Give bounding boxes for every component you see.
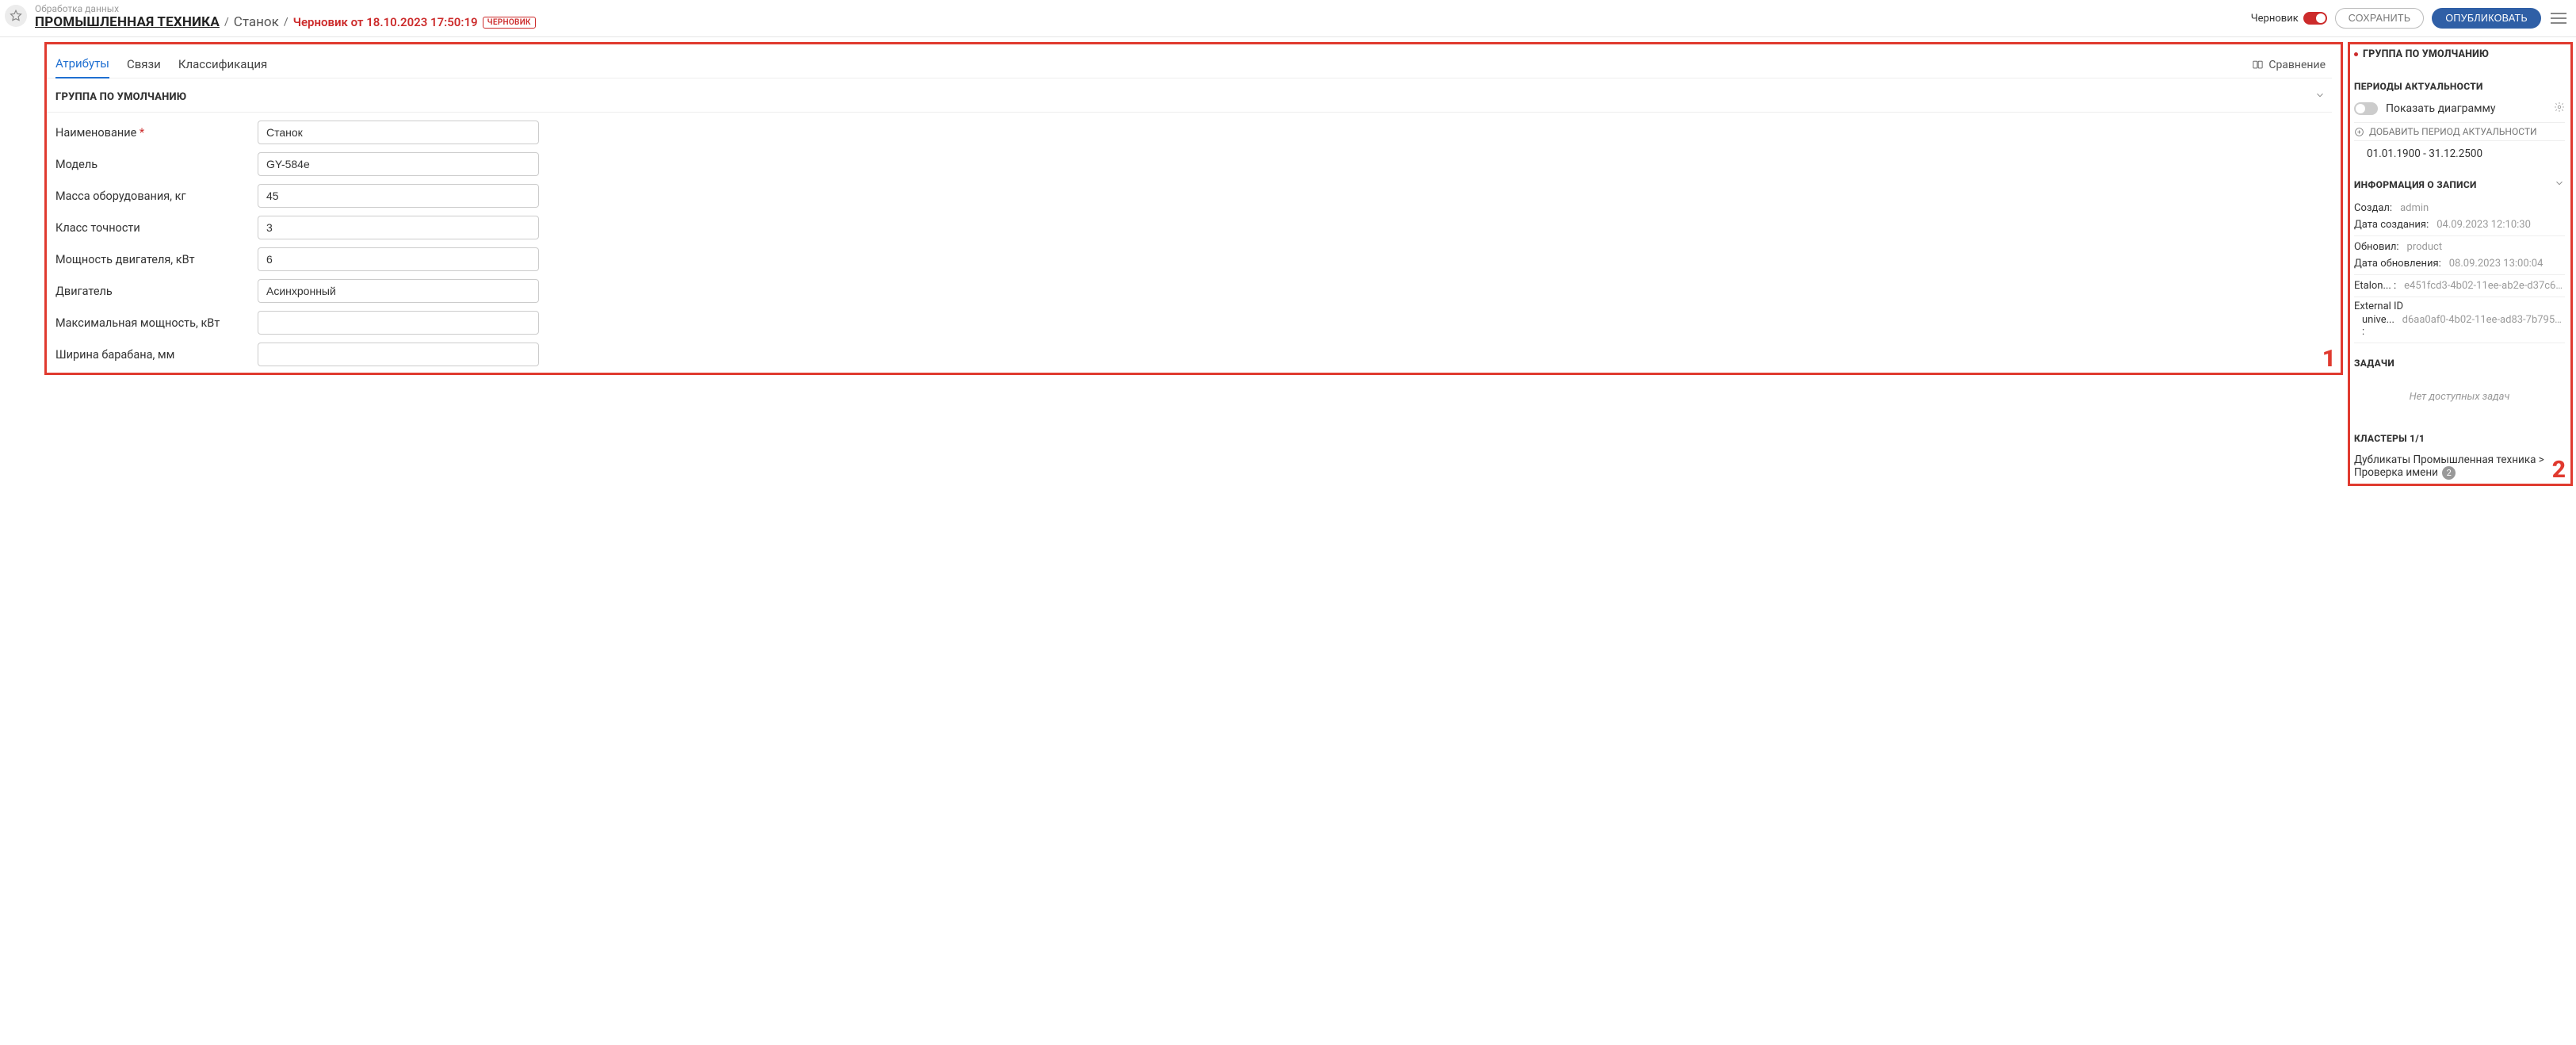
group-collapse-button[interactable]	[2314, 90, 2326, 104]
mass-input[interactable]	[258, 184, 539, 208]
group-title: ГРУППА ПО УМОЛЧАНИЮ	[55, 91, 186, 103]
created-date-value: 04.09.2023 12:10:30	[2436, 219, 2565, 231]
engine-input[interactable]	[258, 279, 539, 303]
add-period-label: ДОБАВИТЬ ПЕРИОД АКТУАЛЬНОСТИ	[2369, 126, 2537, 137]
star-icon	[9, 9, 23, 23]
external-id-label: External ID	[2354, 300, 2565, 312]
side-periods-title: ПЕРИОДЫ АКТУАЛЬНОСТИ	[2354, 67, 2565, 98]
tab-classification[interactable]: Классификация	[178, 52, 267, 78]
updated-date-label: Дата обновления:	[2354, 258, 2441, 270]
power-input[interactable]	[258, 247, 539, 271]
hamburger-icon	[2551, 13, 2566, 14]
field-label-width: Ширина барабана, мм	[55, 348, 242, 362]
field-label-model: Модель	[55, 158, 242, 171]
breadcrumb-separator: /	[224, 16, 229, 29]
compare-label: Сравнение	[2268, 59, 2326, 71]
field-label-power: Мощность двигателя, кВт	[55, 253, 242, 266]
side-info-title[interactable]: ИНФОРМАЦИЯ О ЗАПИСИ	[2354, 163, 2565, 197]
field-label-maxpower: Максимальная мощность, кВт	[55, 316, 242, 330]
compare-button[interactable]: Сравнение	[2252, 59, 2332, 71]
breadcrumb-category: Обработка данных	[35, 3, 536, 14]
accuracy-input[interactable]	[258, 216, 539, 239]
breadcrumb-link[interactable]: ПРОМЫШЛЕННАЯ ТЕХНИКА	[35, 14, 220, 30]
side-group-title: ГРУППА ПО УМОЛЧАНИЮ	[2354, 45, 2565, 67]
chevron-down-icon	[2554, 178, 2565, 189]
updated-by-label: Обновил:	[2354, 241, 2399, 253]
tab-attributes[interactable]: Атрибуты	[55, 52, 109, 78]
draft-timestamp: Черновик от 18.10.2023 17:50:19	[293, 15, 478, 29]
width-input[interactable]	[258, 343, 539, 366]
field-label-name: Наименование *	[55, 126, 242, 140]
cluster-line1: Дубликаты Промышленная техника >	[2354, 454, 2565, 466]
field-label-mass: Масса оборудования, кг	[55, 189, 242, 203]
etalon-value: e451fcd3-4b02-11ee-ab2e-d37c61c...	[2404, 280, 2565, 292]
period-value[interactable]: 01.01.1900 - 31.12.2500	[2354, 141, 2565, 163]
external-id-key: unive... :	[2362, 314, 2398, 338]
menu-button[interactable]	[2549, 10, 2568, 27]
compare-icon	[2252, 59, 2264, 71]
show-diagram-label: Показать диаграмму	[2386, 102, 2546, 115]
gear-icon	[2554, 101, 2565, 113]
side-clusters-title: КЛАСТЕРЫ 1/1	[2354, 419, 2565, 450]
field-label-accuracy: Класс точности	[55, 221, 242, 235]
no-tasks-message: Нет доступных задач	[2354, 375, 2565, 419]
etalon-label: Etalon... :	[2354, 280, 2396, 292]
draft-badge: ЧЕРНОВИК	[483, 17, 536, 29]
updated-by-value: product	[2407, 241, 2565, 253]
cluster-line2: Проверка имени	[2354, 466, 2438, 479]
add-period-button[interactable]: ДОБАВИТЬ ПЕРИОД АКТУАЛЬНОСТИ	[2354, 123, 2565, 141]
side-tasks-title: ЗАДАЧИ	[2354, 343, 2565, 375]
save-button[interactable]: СОХРАНИТЬ	[2335, 8, 2425, 29]
model-input[interactable]	[258, 152, 539, 176]
periods-settings-button[interactable]	[2554, 101, 2565, 116]
draft-toggle[interactable]	[2303, 12, 2327, 25]
plus-circle-icon	[2354, 127, 2364, 137]
maxpower-input[interactable]	[258, 311, 539, 335]
draft-toggle-label: Черновик	[2251, 13, 2299, 25]
tab-links[interactable]: Связи	[127, 52, 161, 78]
external-id-value: d6aa0af0-4b02-11ee-ad83-7b795d0...	[2402, 314, 2565, 338]
show-diagram-toggle[interactable]	[2354, 102, 2378, 115]
publish-button[interactable]: ОПУБЛИКОВАТЬ	[2432, 8, 2541, 29]
field-label-engine: Двигатель	[55, 285, 242, 298]
name-input[interactable]	[258, 121, 539, 144]
updated-date-value: 08.09.2023 13:00:04	[2449, 258, 2565, 270]
cluster-item[interactable]: Дубликаты Промышленная техника > Проверк…	[2354, 450, 2565, 480]
created-by-label: Создал:	[2354, 202, 2392, 214]
created-by-value: admin	[2400, 202, 2565, 214]
breadcrumb-separator: /	[284, 16, 289, 29]
breadcrumb-record: Станок	[234, 14, 279, 30]
created-date-label: Дата создания:	[2354, 219, 2429, 231]
chevron-down-icon	[2314, 90, 2326, 101]
favorite-star-button[interactable]	[5, 5, 27, 27]
cluster-count-badge: 2	[2442, 466, 2456, 480]
